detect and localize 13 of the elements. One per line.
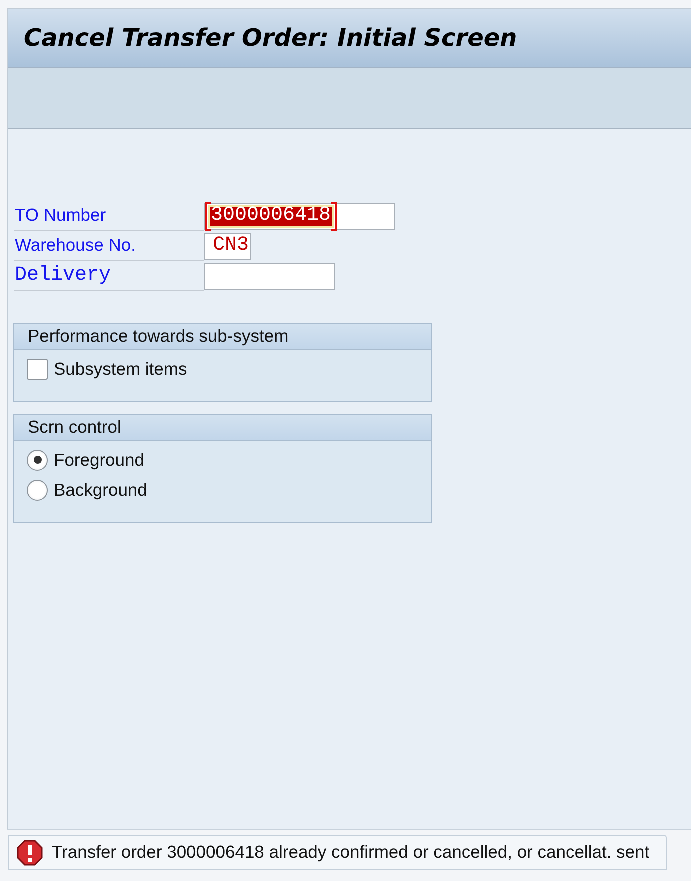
option-label: Foreground: [54, 448, 144, 472]
checkbox[interactable]: [27, 358, 48, 380]
input-field[interactable]: [204, 262, 335, 290]
window-title: Cancel Transfer Order: Initial Screen: [24, 24, 518, 52]
radio-button[interactable]: [27, 450, 48, 470]
radio-button[interactable]: [27, 480, 48, 500]
group-title: Performance towards sub-system: [14, 324, 431, 350]
input-field[interactable]: CN3: [204, 232, 251, 260]
group-title: Scrn control: [14, 415, 431, 441]
status-message: Transfer order 3000006418 already confirmed or cancelled, or cancellat. sent: [52, 841, 650, 864]
option-label: Subsystem items: [54, 358, 188, 381]
input-field[interactable]: 3000006418: [204, 202, 395, 230]
option-label: Background: [54, 478, 148, 502]
